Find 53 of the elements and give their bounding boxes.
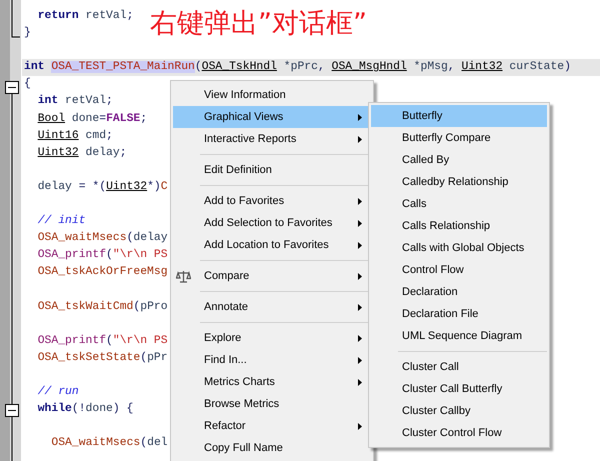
menu-item[interactable]: Add Location to Favorites [173, 234, 371, 256]
menu-item[interactable]: Copy Full Name [173, 437, 371, 459]
fold-line [12, 0, 20, 38]
menu-item[interactable]: Butterfly [371, 105, 547, 127]
code-line: Bool done=FALSE; [38, 112, 148, 125]
menu-item[interactable]: Annotate [173, 296, 371, 318]
code-line: int OSA_TEST_PSTA_MainRun(OSA_TskHndl *pPrc, OSA_MsgHndl *pMsg, Uint32 curState) [24, 61, 571, 74]
menu-item[interactable]: Cluster Call [371, 356, 547, 378]
menu-item[interactable]: Interactive Reports [173, 128, 371, 150]
menu-item[interactable]: UML Sequence Diagram [371, 325, 547, 347]
menu-item[interactable]: Refactor [173, 415, 371, 437]
code-line: // run [38, 386, 79, 398]
code-line: delay = *(Uint32*)C [38, 180, 168, 193]
menu-item[interactable]: Graphical Views [173, 106, 371, 128]
code-line: // init [38, 215, 86, 228]
code-line: OSA_tskAckOrFreeMsg [38, 266, 168, 278]
menu-item[interactable]: Find In... [173, 349, 371, 371]
menu-item[interactable]: Butterfly Compare [371, 127, 547, 149]
code-line: } [24, 27, 31, 40]
collapse-icon[interactable] [5, 81, 19, 94]
menu-item[interactable]: Declaration File [371, 303, 547, 325]
code-line: Uint32 delay; [38, 146, 127, 159]
menu-item[interactable]: Declaration [371, 281, 547, 303]
menu-item[interactable]: Calls [371, 193, 547, 215]
menu-item[interactable]: Edit Definition [173, 159, 371, 181]
menu-item[interactable]: Cluster Call Butterfly [371, 378, 547, 400]
menu-item[interactable]: Metrics Charts [173, 371, 371, 393]
annotation-text: 右键弹出”对话框” [150, 7, 367, 41]
menu-item[interactable]: Browse Metrics [173, 393, 371, 415]
menu-item[interactable]: Calls Relationship [371, 215, 547, 237]
menu-item[interactable]: Calledby Relationship [371, 171, 547, 193]
menu-item[interactable]: View Information [173, 84, 371, 106]
menu-item[interactable]: Called By [371, 149, 547, 171]
code-line: OSA_tskSetState(pPr [38, 352, 168, 364]
menu-item[interactable]: Cluster Callby [371, 400, 547, 422]
menu-item[interactable]: Compare [173, 265, 371, 287]
code-line: OSA_waitMsecs(del [51, 437, 168, 450]
code-line: { [24, 78, 31, 90]
menu-item[interactable]: Add to Favorites [173, 190, 371, 212]
code-line: int retVal; [38, 95, 113, 108]
code-line: OSA_tskWaitCmd(pPro [38, 300, 168, 313]
code-line: OSA_waitMsecs(delay [38, 232, 168, 244]
code-line: Uint16 cmd; [38, 130, 113, 142]
code-line: return retVal; [38, 10, 134, 22]
code-line: OSA_printf("\r\n PS [38, 334, 168, 347]
collapse-icon[interactable] [5, 404, 19, 417]
menu-item[interactable]: Control Flow [371, 259, 547, 281]
menu-item[interactable]: Cluster Control Flow [371, 422, 547, 444]
code-line: OSA_printf("\r\n PS [38, 249, 168, 262]
menu-item[interactable]: Explore [173, 327, 371, 349]
menu-item[interactable]: Add Selection to Favorites [173, 212, 371, 234]
code-line: while(!done) { [38, 403, 134, 416]
menu-item[interactable]: Calls with Global Objects [371, 237, 547, 259]
